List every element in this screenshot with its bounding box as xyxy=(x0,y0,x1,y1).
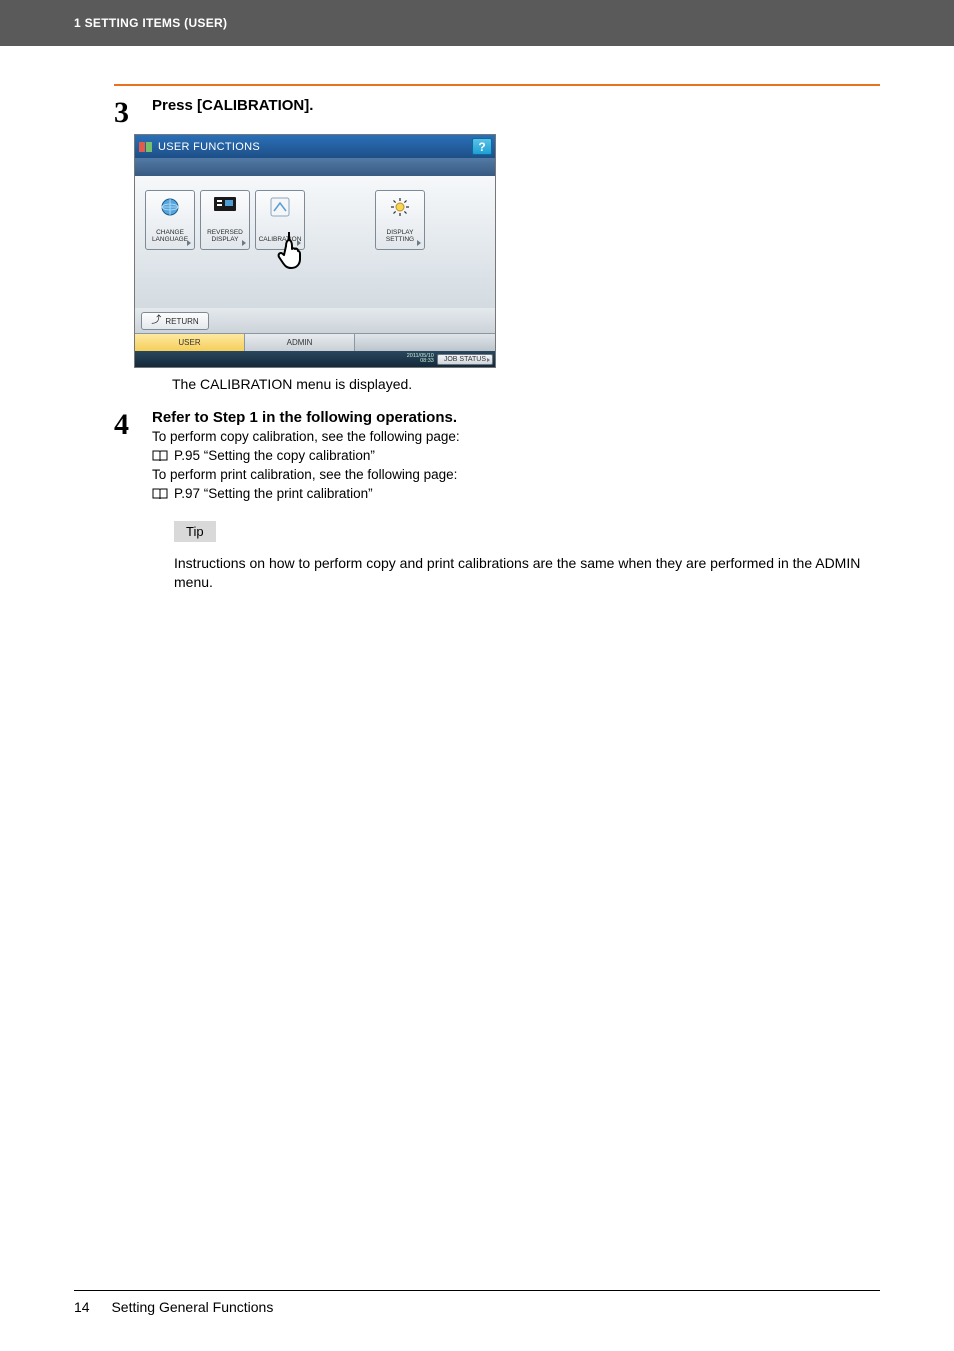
step-4-title: Refer to Step 1 in the following operati… xyxy=(152,408,880,428)
change-language-label: CHANGE LANGUAGE xyxy=(152,229,188,243)
chevron-right-icon xyxy=(297,240,301,246)
screenshot-title: USER FUNCTIONS xyxy=(158,141,260,153)
reversed-display-label: REVERSED DISPLAY xyxy=(207,229,243,243)
status-datetime: 2011/05/10 08:33 xyxy=(407,354,434,365)
screenshot-titlebar: USER FUNCTIONS ? xyxy=(135,135,495,158)
screenshot-canvas: CHANGE LANGUAGE REVERSED DISPLAY CALIBRA… xyxy=(135,176,495,308)
status-bar: 2011/05/10 08:33 JOB STATUS xyxy=(135,351,495,367)
brightness-icon xyxy=(390,197,410,217)
reversed-display-icon xyxy=(214,197,236,211)
tip-block: Tip Instructions on how to perform copy … xyxy=(174,521,880,592)
tip-label: Tip xyxy=(174,521,216,542)
calibration-label: CALIBRATION xyxy=(259,236,302,243)
titlebar-icon-green xyxy=(146,142,152,152)
return-row: ⤴ RETURN xyxy=(135,308,495,333)
step-number-3: 3 xyxy=(114,96,152,128)
calibration-icon xyxy=(270,197,290,217)
footer-section-title: Setting General Functions xyxy=(111,1299,273,1315)
chevron-right-icon xyxy=(487,358,490,362)
help-icon: ? xyxy=(478,140,485,154)
globe-icon xyxy=(160,197,180,217)
chevron-right-icon xyxy=(417,240,421,246)
footer-rule xyxy=(74,1290,880,1291)
tab-user[interactable]: USER xyxy=(135,334,245,351)
book-icon xyxy=(152,450,168,462)
step-4-ref1: P.95 “Setting the copy calibration” xyxy=(174,447,375,465)
titlebar-icons xyxy=(139,142,152,152)
step-4-line1: To perform copy calibration, see the fol… xyxy=(152,428,880,446)
return-arrow-icon: ⤴ xyxy=(151,316,161,326)
chevron-right-icon xyxy=(187,240,191,246)
step-3-title: Press [CALIBRATION]. xyxy=(152,96,880,116)
step-4: 4 Refer to Step 1 in the following opera… xyxy=(114,408,880,592)
reversed-display-button[interactable]: REVERSED DISPLAY xyxy=(200,190,250,250)
display-setting-button[interactable]: DISPLAY SETTING xyxy=(375,190,425,250)
job-status-button[interactable]: JOB STATUS xyxy=(437,354,493,365)
step-3: 3 Press [CALIBRATION]. xyxy=(114,96,880,128)
display-setting-label: DISPLAY SETTING xyxy=(386,229,414,243)
tab-user-label: USER xyxy=(178,338,200,347)
section-rule xyxy=(114,84,880,86)
calibration-button[interactable]: CALIBRATION xyxy=(255,190,305,250)
titlebar-icon-red xyxy=(139,142,145,152)
step-4-ref2: P.97 “Setting the print calibration” xyxy=(174,485,373,503)
step-4-line2: To perform print calibration, see the fo… xyxy=(152,466,880,484)
page-footer: 14 Setting General Functions xyxy=(74,1290,880,1315)
return-button[interactable]: ⤴ RETURN xyxy=(141,312,209,330)
tab-admin[interactable]: ADMIN xyxy=(245,334,355,351)
job-status-label: JOB STATUS xyxy=(444,356,486,363)
ui-screenshot: USER FUNCTIONS ? CHANGE LANGUAGE REVERSE… xyxy=(134,134,496,368)
return-label: RETURN xyxy=(165,317,198,326)
help-button[interactable]: ? xyxy=(472,138,492,155)
header-section-label: 1 SETTING ITEMS (USER) xyxy=(74,16,227,30)
tab-row: USER ADMIN xyxy=(135,333,495,351)
page-number: 14 xyxy=(74,1299,90,1315)
screenshot-subbar xyxy=(135,158,495,176)
status-time: 08:33 xyxy=(407,359,434,365)
book-icon xyxy=(152,488,168,500)
change-language-button[interactable]: CHANGE LANGUAGE xyxy=(145,190,195,250)
step-number-4: 4 xyxy=(114,408,152,440)
tab-admin-label: ADMIN xyxy=(287,338,313,347)
step-3-result-text: The CALIBRATION menu is displayed. xyxy=(172,376,880,392)
chevron-right-icon xyxy=(242,240,246,246)
tip-text: Instructions on how to perform copy and … xyxy=(174,554,880,592)
tab-spacer xyxy=(355,334,495,351)
page-header: 1 SETTING ITEMS (USER) xyxy=(0,0,954,46)
